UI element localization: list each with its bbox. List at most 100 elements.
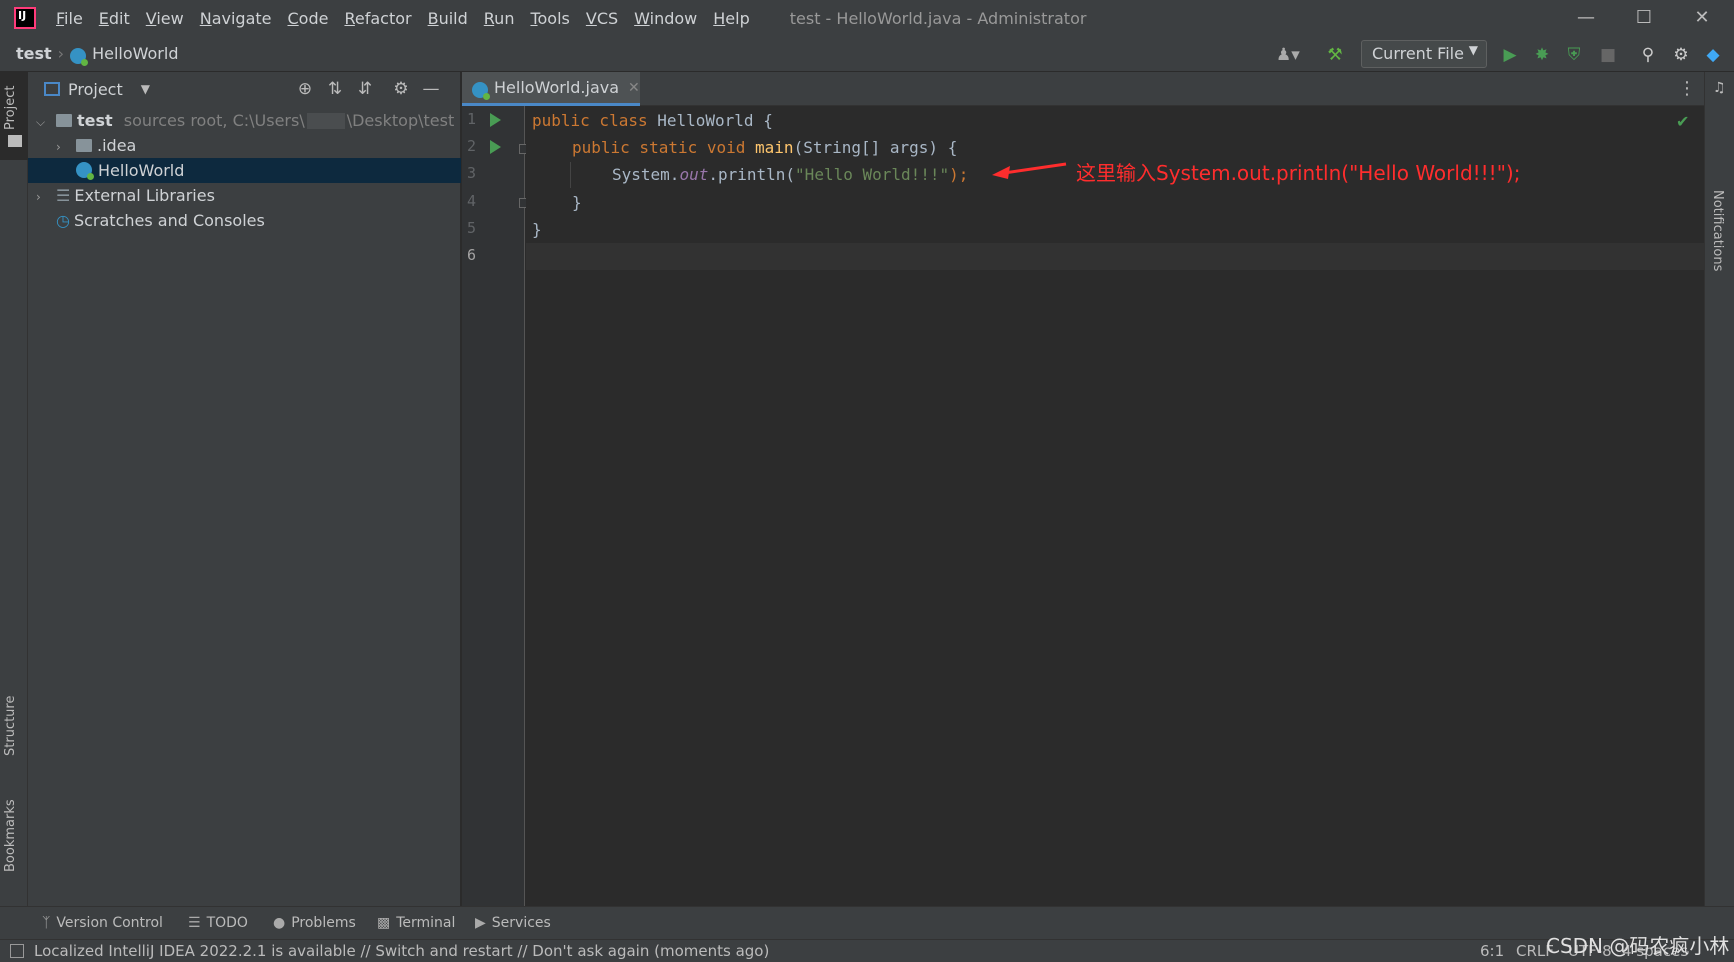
menu-tools[interactable]: Tools: [530, 9, 569, 28]
menu-window[interactable]: Window: [634, 9, 697, 28]
hide-panel-icon[interactable]: —: [420, 78, 442, 100]
settings-gear-icon[interactable]: ⚙: [1670, 44, 1692, 66]
run-icon[interactable]: ▶: [1499, 44, 1521, 66]
menu-navigate[interactable]: Navigate: [200, 9, 272, 28]
scratches-icon: ◷: [56, 211, 70, 230]
run-class-icon[interactable]: [490, 113, 501, 127]
project-tool-tab-label[interactable]: Project: [3, 86, 18, 130]
no-problems-check-icon[interactable]: ✔: [1676, 112, 1689, 131]
tab-label: HelloWorld.java: [494, 78, 620, 97]
tree-item-external-libraries[interactable]: › ☰ External Libraries: [28, 183, 461, 208]
code-editor[interactable]: public class HelloWorld { public static …: [526, 106, 1704, 906]
watermark: CSDN @码农疯小林: [1546, 934, 1730, 958]
status-toggle-icon[interactable]: [10, 944, 24, 958]
minimize-icon[interactable]: —: [1574, 6, 1598, 30]
tree-item-label: HelloWorld: [98, 161, 185, 180]
services-icon: ▶: [475, 915, 486, 931]
maximize-icon[interactable]: ☐: [1632, 6, 1656, 30]
coverage-icon[interactable]: ⛨: [1563, 44, 1585, 66]
tab-helloworld-java[interactable]: HelloWorld.java ✕: [462, 72, 640, 106]
run-config-select[interactable]: Current File ▼: [1361, 40, 1487, 68]
run-config-label: Current File: [1372, 44, 1464, 63]
menu-view[interactable]: View: [146, 9, 184, 28]
menu-code[interactable]: Code: [288, 9, 329, 28]
expand-all-icon[interactable]: ⇅: [324, 78, 346, 100]
java-class-icon: [76, 162, 94, 180]
chevron-right-icon[interactable]: ›: [36, 185, 50, 210]
left-tool-stripe: [0, 72, 28, 906]
chevron-down-icon: ▼: [1468, 43, 1478, 57]
tree-item-idea[interactable]: › .idea: [28, 133, 461, 158]
run-main-icon[interactable]: [490, 140, 501, 154]
breadcrumb-file[interactable]: HelloWorld: [92, 44, 178, 63]
chevron-down-icon[interactable]: ▼: [141, 82, 150, 96]
status-message[interactable]: Localized IntelliJ IDEA 2022.2.1 is avai…: [34, 942, 769, 960]
structure-tool-tab[interactable]: Structure: [3, 696, 18, 756]
chevron-down-icon[interactable]: ⌵: [36, 110, 50, 135]
chevron-right-icon[interactable]: ›: [56, 135, 70, 160]
menu-vcs[interactable]: VCS: [586, 9, 618, 28]
java-class-icon: [70, 47, 89, 66]
java-class-icon: [472, 81, 490, 100]
collapse-all-icon[interactable]: ⇵: [354, 78, 376, 100]
code-line-3: System.out.println("Hello World!!!");: [612, 165, 969, 184]
tree-item-helloworld[interactable]: HelloWorld: [28, 158, 461, 183]
menu-run[interactable]: Run: [484, 9, 515, 28]
tree-item-detail: sources root, C:\Users\: [123, 111, 305, 130]
window-title: test - HelloWorld.java - Administrator: [789, 8, 1087, 28]
menu-refactor[interactable]: Refactor: [344, 9, 411, 28]
menu-help[interactable]: Help: [713, 9, 749, 28]
menu-file[interactable]: File: [56, 9, 83, 28]
title-bar: File Edit View Navigate Code Refactor Bu…: [0, 0, 1734, 36]
locate-file-icon[interactable]: ⊕: [294, 78, 316, 100]
more-options-icon[interactable]: ⋮: [1678, 78, 1696, 99]
line-number: 5: [466, 219, 476, 237]
code-line-5: }: [532, 220, 542, 239]
stop-icon[interactable]: ■: [1597, 44, 1619, 66]
jetbrains-toolbox-icon[interactable]: ◆: [1702, 44, 1724, 66]
caret-position[interactable]: 6:1: [1480, 942, 1504, 960]
folder-icon: [76, 139, 92, 152]
terminal-tab[interactable]: ▩ Terminal: [377, 915, 455, 931]
user-icon[interactable]: ♟▾: [1276, 44, 1300, 66]
code-line-4: }: [572, 193, 582, 212]
list-icon: ☰: [188, 915, 201, 931]
editor-gutter: 1 2 3 4 5 6: [462, 106, 529, 906]
folder-icon: [8, 135, 22, 147]
bottom-tool-bar: ᛉ Version Control ☰ TODO ● Problems ▩ Termin…: [0, 906, 1734, 939]
problems-tab[interactable]: ● Problems: [273, 915, 356, 931]
tree-item-scratches[interactable]: ◷ Scratches and Consoles: [28, 208, 461, 233]
debug-icon[interactable]: ✸: [1531, 44, 1553, 66]
menu-edit[interactable]: Edit: [99, 9, 130, 28]
tree-item-label: test: [77, 111, 113, 130]
indent-guide: [570, 162, 571, 188]
editor-tab-bar: HelloWorld.java ✕ ⋮: [462, 72, 1704, 106]
branch-icon: ᛉ: [42, 915, 51, 931]
line-number: 3: [466, 164, 476, 182]
redacted-username: [306, 113, 345, 129]
terminal-icon: ▩: [377, 915, 391, 931]
tree-item-label: External Libraries: [74, 186, 215, 205]
close-tab-icon[interactable]: ✕: [628, 80, 640, 96]
tree-item-label: Scratches and Consoles: [73, 211, 265, 230]
services-tab[interactable]: ▶ Services: [475, 915, 551, 931]
todo-tab[interactable]: ☰ TODO: [188, 915, 248, 931]
notifications-tool-tab[interactable]: Notifications: [1710, 190, 1725, 271]
code-line-2: public static void main(String[] args) {: [572, 138, 958, 157]
code-line-1: public class HelloWorld {: [532, 111, 773, 130]
settings-gear-icon[interactable]: ⚙: [390, 78, 412, 100]
status-bar: Localized IntelliJ IDEA 2022.2.1 is avai…: [0, 939, 1734, 962]
annotation-text: 这里输入System.out.println("Hello World!!!")…: [1076, 161, 1521, 185]
bookmarks-tool-tab[interactable]: Bookmarks: [3, 799, 18, 872]
close-icon[interactable]: ✕: [1690, 6, 1714, 30]
version-control-tab[interactable]: ᛉ Version Control: [42, 915, 163, 931]
project-view-icon: [44, 82, 60, 96]
project-panel-title[interactable]: Project: [68, 80, 123, 99]
tree-item-label: .idea: [97, 136, 137, 155]
search-icon[interactable]: ⚲: [1637, 44, 1659, 66]
notifications-bell-icon[interactable]: ♫: [1713, 80, 1726, 96]
build-hammer-icon[interactable]: ⚒: [1324, 44, 1346, 66]
tree-item-test[interactable]: ⌵ test sources root, C:\Users\ \Desktop\te…: [28, 108, 461, 133]
breadcrumb-project[interactable]: test: [16, 44, 52, 63]
menu-build[interactable]: Build: [428, 9, 468, 28]
